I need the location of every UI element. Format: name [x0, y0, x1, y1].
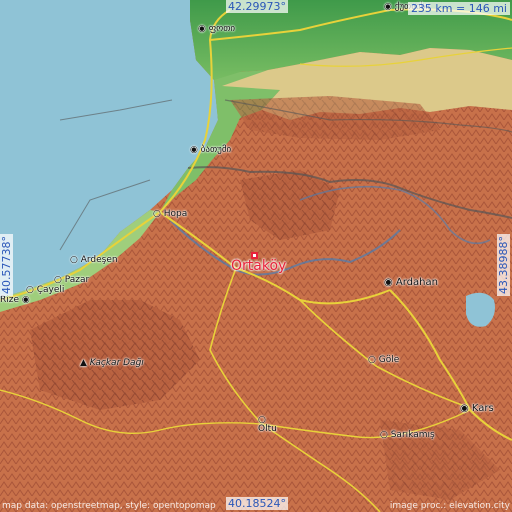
place-cayeli[interactable]: ○ Çayeli	[26, 286, 64, 295]
place-ardesen[interactable]: ○ Ardeşen	[70, 256, 118, 265]
coord-top: 42.29973°	[226, 0, 288, 13]
place-cayeli-label: Çayeli	[36, 285, 65, 295]
topographic-map[interactable]: ◉ ფოთი ◉ ბათუმი ○ Hopa ○ Ardeşen ○ Pazar…	[0, 0, 512, 512]
place-sarikamis[interactable]: ○ Sarıkamış	[380, 431, 435, 440]
place-ardesen-label: Ardeşen	[80, 255, 118, 265]
place-oltu[interactable]: ○ Oltu	[258, 416, 277, 434]
focus-place-label[interactable]: Ortaköy	[231, 259, 286, 273]
place-rize[interactable]: Rize ◉	[0, 296, 30, 305]
place-batumi-label: ბათუმი	[200, 145, 232, 155]
place-ardahan-label: Ardahan	[395, 277, 438, 288]
attribution-left: map data: openstreetmap, style: opentopo…	[2, 501, 216, 511]
place-hopa-label: Hopa	[163, 209, 188, 219]
place-sarikamis-label: Sarıkamış	[390, 430, 435, 440]
place-gole-label: Göle	[378, 355, 400, 365]
place-batumi[interactable]: ◉ ბათუმი	[190, 146, 231, 155]
place-gole[interactable]: ○ Göle	[368, 356, 399, 365]
place-poti-label: ფოთი	[208, 24, 236, 34]
place-kars-label: Kars	[471, 403, 494, 414]
place-ardahan[interactable]: ◉ Ardahan	[384, 278, 438, 288]
place-poti[interactable]: ◉ ფოთი	[198, 25, 235, 34]
place-rize-label: Rize	[0, 295, 20, 305]
coord-bottom: 40.18524°	[226, 497, 288, 510]
place-kackar-dagi[interactable]: ▲ Kaçkar Dağı	[80, 359, 144, 368]
place-kars[interactable]: ◉ Kars	[460, 404, 494, 414]
coord-left: 40.57738°	[0, 234, 13, 296]
place-pazar[interactable]: ○ Pazar	[54, 276, 89, 285]
place-hopa[interactable]: ○ Hopa	[153, 210, 187, 219]
scale-bar: 235 km = 146 mi	[407, 2, 510, 15]
place-kackar-dagi-label: Kaçkar Dağı	[89, 358, 144, 368]
coord-right: 43.38988°	[497, 234, 510, 296]
attribution-right: image proc.: elevation.city	[389, 501, 510, 511]
place-oltu-label: Oltu	[258, 424, 277, 434]
place-pazar-label: Pazar	[64, 275, 90, 285]
